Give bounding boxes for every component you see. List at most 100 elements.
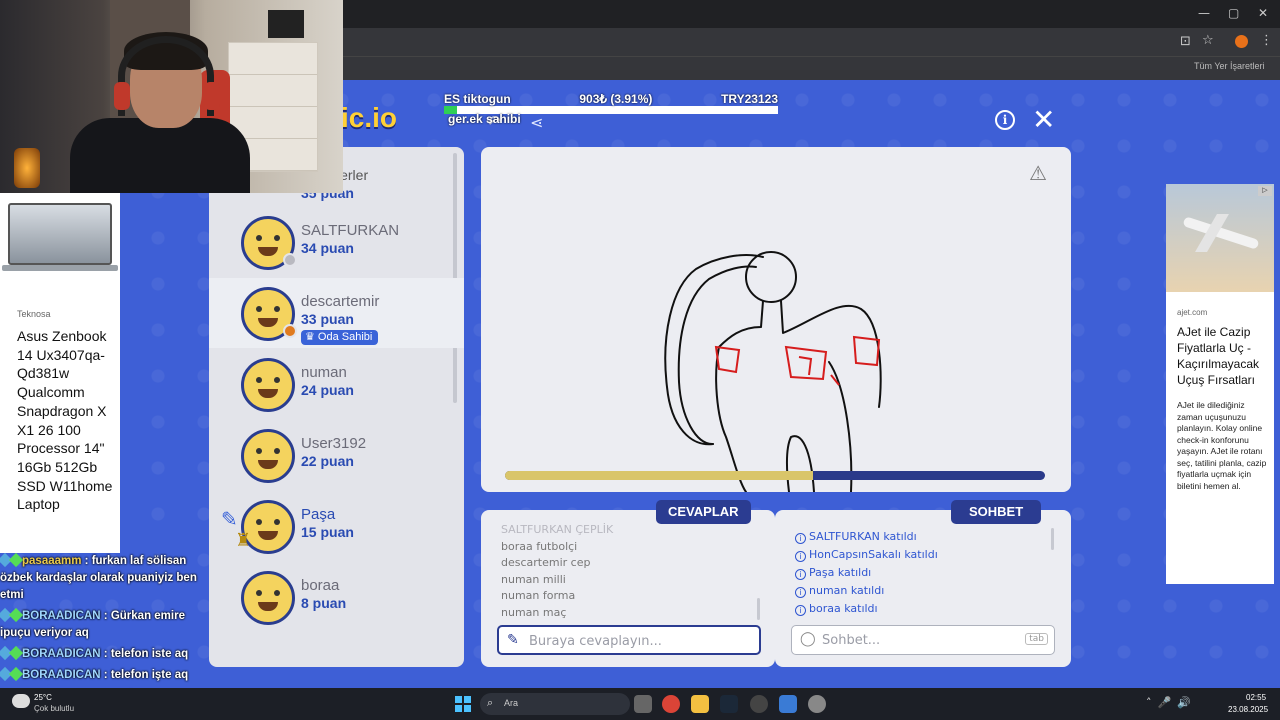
donation-target: TRY23123 <box>721 92 778 106</box>
maximize-icon[interactable]: ▢ <box>1228 6 1239 20</box>
trophy-icon: ♜ <box>235 530 252 551</box>
answer-input[interactable]: ✎ Buraya cevaplayın... <box>497 625 761 655</box>
report-warning-icon[interactable]: ⚠ <box>1029 161 1047 185</box>
chat-text: telefon iste aq <box>110 648 189 660</box>
clock-time[interactable]: 02:55 <box>1246 693 1266 702</box>
player-row[interactable]: boraa 8 puan <box>209 562 464 632</box>
clock-date[interactable]: 23.08.2025 <box>1228 705 1268 714</box>
adchoices-icon[interactable]: ▷ <box>1258 186 1272 196</box>
airplane-image: ▷ <box>1166 184 1274 292</box>
stream-chat-message: BORAADICAN : telefon iste aq <box>0 645 215 663</box>
answers-tab[interactable]: CEVAPLAR <box>656 500 751 524</box>
left-advertisement[interactable]: Teknosa Asus Zenbook 14 Ux3407qa-Qd381w … <box>0 193 120 553</box>
info-icon: i <box>795 533 806 544</box>
close-icon[interactable]: ✕ <box>1032 106 1055 134</box>
start-icon[interactable] <box>455 696 471 712</box>
chat-username: pasaaamm <box>22 555 82 567</box>
steam-icon[interactable] <box>720 695 738 713</box>
chat-placeholder: Sohbet... <box>822 633 881 648</box>
chat-input[interactable]: ◯ Sohbet... tab <box>791 625 1055 655</box>
close-window-icon[interactable]: ✕ <box>1258 6 1268 20</box>
donation-goal: ES tiktogun 903₺ (3.91%) TRY23123 <box>444 92 778 114</box>
tab-key-hint: tab <box>1025 633 1048 645</box>
chat-text: telefon işte aq <box>110 669 189 681</box>
player-name: numan <box>301 364 347 381</box>
player-name: User3192 <box>301 435 367 452</box>
chat-badge-icon <box>8 607 24 623</box>
ad-domain: ajet.com <box>1177 308 1208 317</box>
system-tray[interactable]: ˄🎤🔊 <box>1146 696 1197 709</box>
player-row[interactable]: descartemir 33 puan ♛ Oda Sahibi <box>209 278 464 348</box>
chrome-icon[interactable] <box>662 695 680 713</box>
answer-item: SALTFURKAN ÇEPLİK <box>501 523 614 536</box>
share-icon[interactable]: ⋖ <box>530 113 543 132</box>
settings-icon[interactable] <box>808 695 826 713</box>
player-row[interactable]: Paşa 15 puan ✎ ♜ <box>209 491 464 561</box>
info-icon: i <box>795 569 806 580</box>
drawing-pencil-icon: ✎ <box>221 507 238 531</box>
ad-brand: Teknosa <box>17 309 51 319</box>
drawing-sketch <box>664 251 882 492</box>
taskbar-search[interactable]: ⌕ Ara <box>480 693 630 715</box>
player-avatar <box>241 571 295 625</box>
menu-icon[interactable]: ⋮ <box>1260 33 1273 48</box>
info-icon: i <box>795 587 806 598</box>
game-logo[interactable]: ic.io <box>341 102 397 134</box>
stream-chat-message: BORAADICAN : telefon işte aq <box>0 666 215 684</box>
answer-placeholder: Buraya cevaplayın... <box>529 634 662 649</box>
player-name: boraa <box>301 577 340 594</box>
chat-username: BORAADICAN <box>22 648 101 660</box>
room-owner-label: Oda Sahibi <box>317 331 373 343</box>
ad-product-title[interactable]: Asus Zenbook 14 Ux3407qa-Qd381w Qualcomm… <box>17 327 117 514</box>
weather-temperature[interactable]: 25°C <box>34 693 52 702</box>
chat-panel: i SALTFURKAN katıldı i HonCapsınSakalı katı… <box>775 510 1071 667</box>
chat-message: i SALTFURKAN katıldı <box>795 528 938 546</box>
chat-bubble-icon: ◯ <box>800 631 816 647</box>
player-row[interactable]: User3192 22 puan <box>209 420 464 490</box>
chat-scrollbar[interactable] <box>1051 528 1054 550</box>
chat-separator: : <box>100 610 111 622</box>
task-view-icon[interactable] <box>634 695 652 713</box>
round-timer-bar <box>505 471 1045 480</box>
answer-item: numan forma <box>501 589 576 603</box>
chat-message: i Paşa katıldı <box>795 564 938 582</box>
install-icon[interactable]: ⊡ <box>1180 34 1191 49</box>
player-points: 24 puan <box>301 382 354 398</box>
chat-tab[interactable]: SOHBET <box>951 500 1042 524</box>
stream-chat-overlay: pasaaamm : furkan laf sölisan özbek kard… <box>0 552 215 709</box>
file-explorer-icon[interactable] <box>691 695 709 713</box>
crown-icon: ♛ <box>305 331 318 343</box>
chat-message: i boraa katıldı <box>795 600 938 618</box>
player-points: 34 puan <box>301 240 354 256</box>
ad-headline[interactable]: AJet ile Cazip Fiyatlarla Uç - Kaçırılma… <box>1177 324 1271 388</box>
info-icon: i <box>795 605 806 616</box>
weather-description[interactable]: Çok bulutlu <box>34 704 74 713</box>
info-icon[interactable]: i <box>995 110 1015 130</box>
app-icon[interactable] <box>779 695 797 713</box>
player-name: descartemir <box>301 293 380 310</box>
chat-message-text: numan katıldı <box>809 584 885 597</box>
chat-message-text: Paşa katıldı <box>809 566 872 579</box>
player-status-dot <box>283 324 297 338</box>
minimize-icon[interactable]: — <box>1198 6 1210 20</box>
stream-chat-message: BORAADICAN : Gürkan emire ipuçu veriyor … <box>0 607 215 642</box>
answers-scrollbar[interactable] <box>757 598 760 620</box>
chat-message-text: boraa katıldı <box>809 602 878 615</box>
weather-icon[interactable] <box>12 694 30 708</box>
right-advertisement[interactable]: ▷ ajet.com AJet ile Cazip Fiyatlarla Uç … <box>1166 184 1274 584</box>
profile-icon[interactable] <box>1235 35 1248 48</box>
star-icon[interactable]: ☆ <box>1202 33 1214 48</box>
laptop-image <box>2 203 118 271</box>
drawing-canvas[interactable]: ⚠ <box>481 147 1071 492</box>
windows-taskbar: 25°C Çok bulutlu ⌕ Ara ˄🎤🔊 02:55 23.08.2… <box>0 688 1280 720</box>
search-icon: ⌕ <box>487 696 494 709</box>
chat-message-text: SALTFURKAN katıldı <box>809 530 917 543</box>
player-points: 22 puan <box>301 453 354 469</box>
player-row[interactable]: SALTFURKAN 34 puan <box>209 207 464 277</box>
app-icon[interactable] <box>750 695 768 713</box>
webcam-overlay <box>0 0 343 193</box>
all-bookmarks-link[interactable]: Tüm Yer İşaretleri <box>1194 61 1265 71</box>
player-row[interactable]: numan 24 puan <box>209 349 464 419</box>
donation-amount: 903₺ (3.91%) <box>579 92 653 106</box>
ad-body: AJet ile dilediğiniz zaman uçuşunuzu pla… <box>1177 400 1267 491</box>
